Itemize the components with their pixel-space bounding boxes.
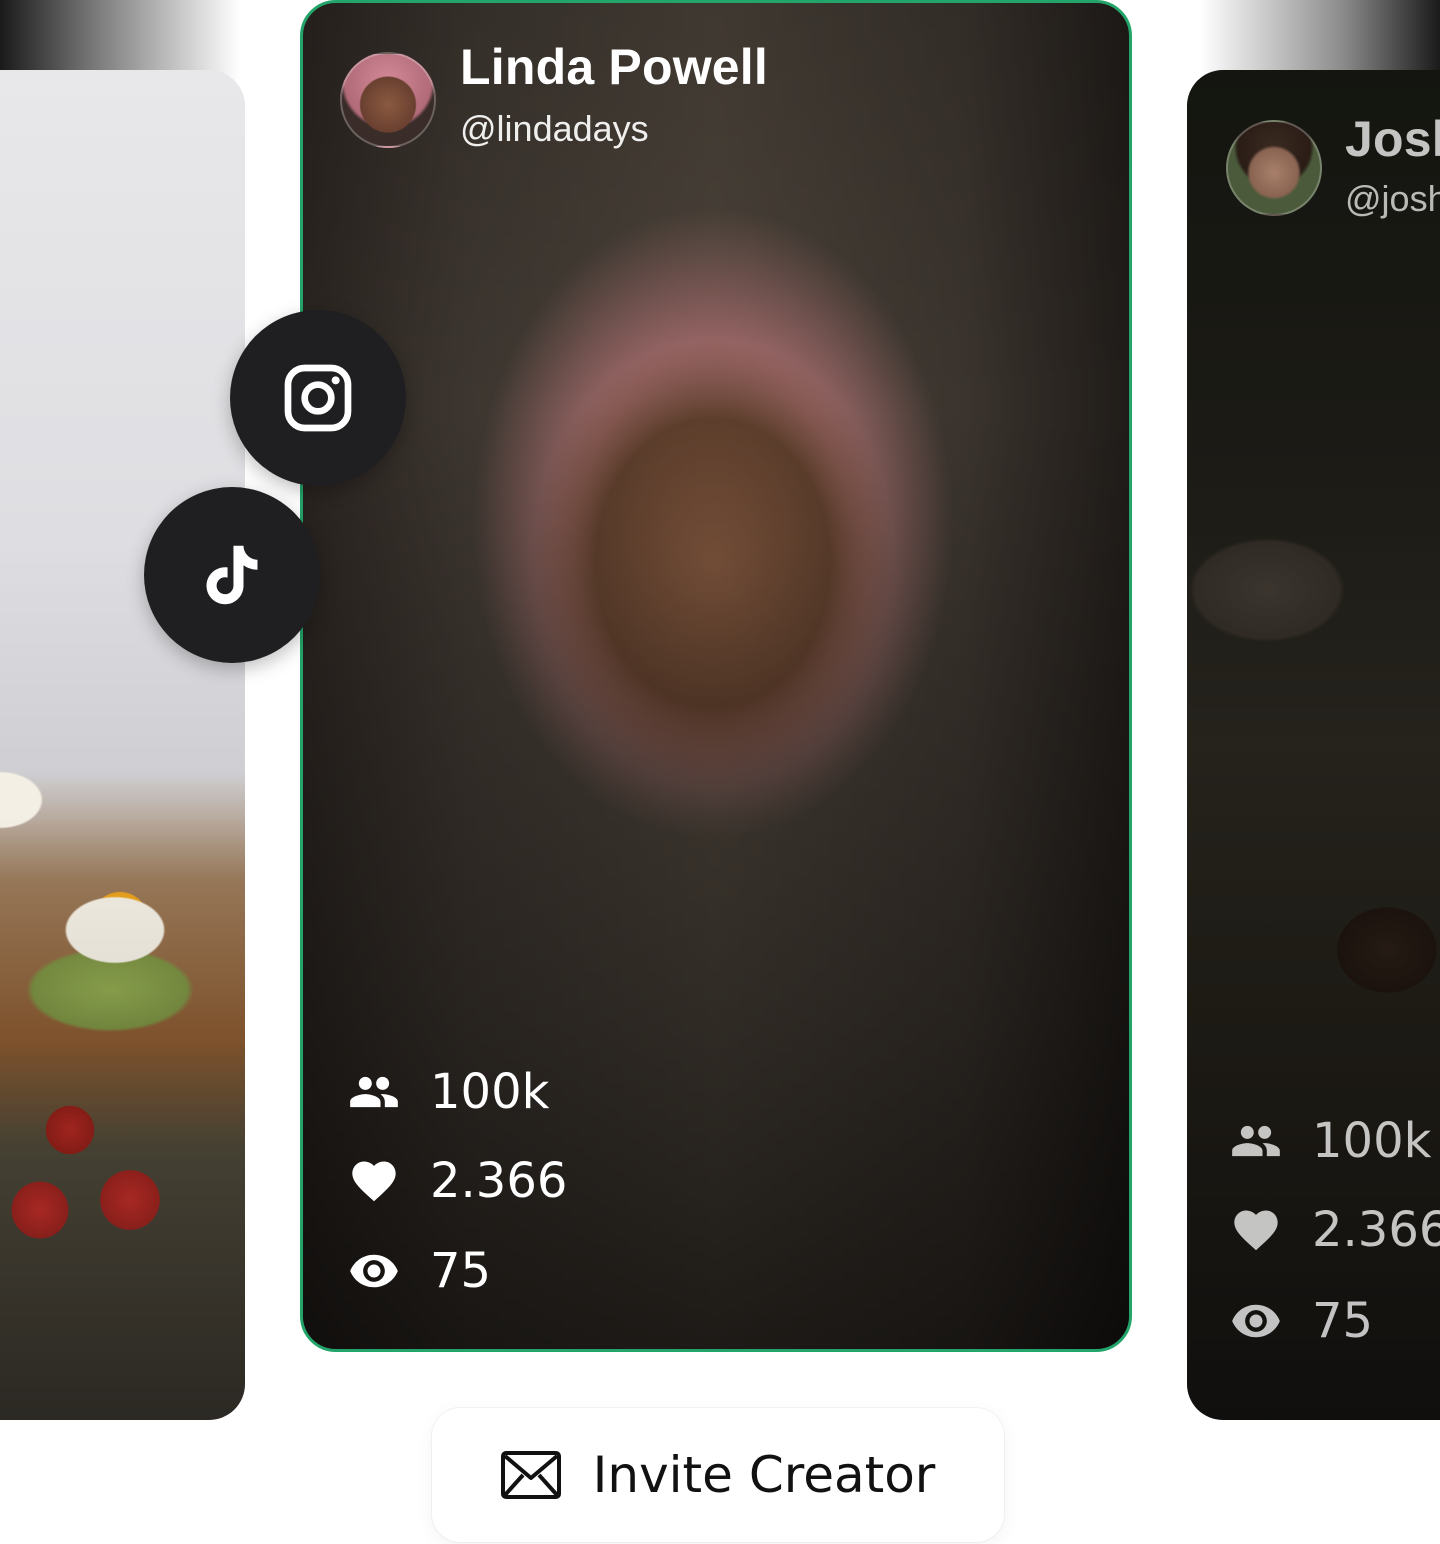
creator-handle-main: @lindadays (460, 108, 649, 149)
creator-card-left[interactable] (0, 70, 245, 1420)
eye-icon (350, 1254, 398, 1288)
stat-views-right: 75 (1230, 1293, 1373, 1349)
instagram-icon (284, 364, 352, 432)
followers-count: 100k (1312, 1113, 1432, 1169)
stat-likes-right: 2.366 (1230, 1202, 1440, 1258)
likes-count: 2.366 (1312, 1202, 1440, 1258)
tiktok-button[interactable] (144, 487, 320, 663)
followers-count: 100k (430, 1064, 550, 1120)
invite-creator-button[interactable]: Invite Creator (432, 1408, 1004, 1542)
instagram-button[interactable] (230, 310, 406, 486)
card-shade (0, 70, 245, 1420)
views-count: 75 (430, 1243, 492, 1299)
top-fade-left (0, 0, 240, 80)
envelope-icon (500, 1451, 561, 1499)
top-fade-right (1200, 0, 1440, 80)
tiktok-icon (206, 545, 258, 605)
creator-name-right: Josh (1345, 111, 1440, 167)
card-vignette (303, 3, 1129, 1349)
stat-followers-right: 100k (1230, 1113, 1431, 1169)
invite-creator-label: Invite Creator (592, 1446, 936, 1504)
creator-card-main[interactable] (300, 0, 1132, 1352)
creator-handle-right: @josh (1345, 178, 1440, 219)
creator-name-main: Linda Powell (460, 39, 768, 95)
views-count: 75 (1312, 1293, 1374, 1349)
avatar-josh (1226, 120, 1322, 216)
eye-icon (1232, 1304, 1280, 1338)
avatar-linda (340, 52, 436, 148)
heart-icon (352, 1161, 396, 1202)
stat-views-main: 75 (348, 1243, 491, 1299)
people-icon (350, 1076, 398, 1108)
likes-count: 2.366 (430, 1153, 568, 1209)
stat-likes-main: 2.366 (348, 1153, 567, 1209)
people-icon (1232, 1125, 1280, 1157)
heart-icon (1234, 1210, 1278, 1251)
stat-followers-main: 100k (348, 1064, 549, 1120)
